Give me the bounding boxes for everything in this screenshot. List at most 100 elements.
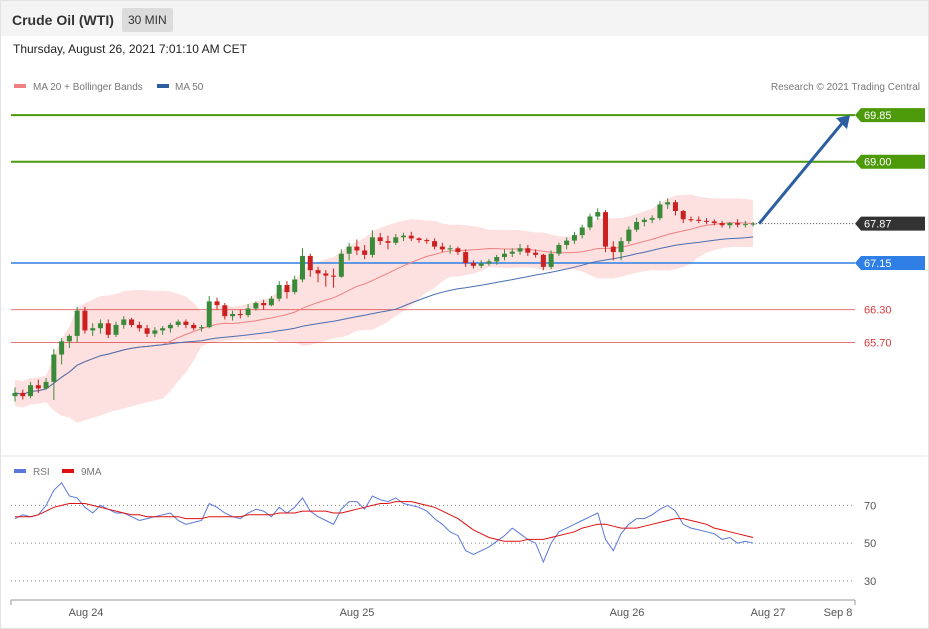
forecast-arrow-shaft xyxy=(757,121,845,225)
rsi-ma-line xyxy=(15,501,754,542)
candle-body xyxy=(121,319,127,325)
candle-body xyxy=(97,323,103,329)
candle-body xyxy=(416,238,422,241)
candle-body xyxy=(665,202,671,205)
candle-body xyxy=(362,250,368,255)
candle-body xyxy=(43,381,49,389)
candle-body xyxy=(641,219,647,222)
ma20-legend-label: MA 20 + Bollinger Bands xyxy=(33,82,143,93)
target-level-label: 69.00 xyxy=(864,157,892,169)
candle-body xyxy=(517,248,523,252)
pivot-level-label: 67.15 xyxy=(864,258,892,270)
candle-body xyxy=(292,279,298,293)
candle-body xyxy=(610,246,616,253)
bollinger-band-area xyxy=(15,194,754,423)
candle-body xyxy=(315,270,321,274)
candle-body xyxy=(299,255,305,280)
candle-body xyxy=(595,212,601,217)
candle-body xyxy=(548,253,554,267)
candle-body xyxy=(385,241,391,243)
candle-body xyxy=(424,240,430,242)
rsi-line xyxy=(14,482,754,564)
candle-body xyxy=(237,313,243,316)
candle-body xyxy=(346,246,352,254)
candle-body xyxy=(556,244,562,254)
candle-body xyxy=(191,324,197,329)
candle-body xyxy=(20,392,26,397)
candle-body xyxy=(35,385,41,389)
candle-body xyxy=(113,324,119,335)
candle-body xyxy=(579,227,585,236)
candle-body xyxy=(540,254,546,267)
candle-body xyxy=(735,223,741,225)
candle-body xyxy=(307,255,313,271)
candle-body xyxy=(478,263,484,266)
candle-body xyxy=(136,324,142,329)
candle-body xyxy=(230,313,236,317)
candle-body xyxy=(51,354,57,382)
candle-body xyxy=(509,251,515,254)
bollinger-band xyxy=(15,194,754,423)
price-legend: MA 20 + Bollinger Bands MA 50 Research ©… xyxy=(14,82,920,93)
candle-body xyxy=(704,220,710,222)
candle-body xyxy=(626,229,632,242)
candle-body xyxy=(90,328,96,331)
candle-body xyxy=(494,257,500,262)
x-tick-label: Aug 26 xyxy=(610,607,645,619)
ma50-legend-swatch xyxy=(157,84,169,88)
rsi-ma-legend-label: 9MA xyxy=(81,467,102,478)
candle-body xyxy=(74,310,80,336)
candle-body xyxy=(525,248,531,253)
candle-body xyxy=(206,301,212,328)
candle-body xyxy=(323,273,329,276)
candle-body xyxy=(284,284,290,293)
rsi-tick-label: 50 xyxy=(864,538,876,550)
candle-body xyxy=(401,235,406,238)
candle-body xyxy=(672,202,678,212)
candle-body xyxy=(338,253,344,277)
candle-body xyxy=(463,252,469,264)
candle-body xyxy=(12,392,18,397)
candle-body xyxy=(649,218,655,220)
candle-body xyxy=(696,219,702,221)
candle-body xyxy=(198,327,204,329)
candle-body xyxy=(571,235,577,241)
candle-body xyxy=(105,323,111,335)
candle-body xyxy=(719,223,725,226)
chart-canvas: MA 20 + Bollinger Bands MA 50 Research ©… xyxy=(1,82,927,619)
candle-body xyxy=(331,275,337,277)
candle-body xyxy=(369,237,375,255)
candle-body xyxy=(688,219,694,221)
candle-body xyxy=(432,241,438,247)
candle-body xyxy=(167,324,173,329)
candle-body xyxy=(276,284,282,299)
candle-body xyxy=(634,221,640,230)
candle-body xyxy=(261,303,267,306)
credit-text: Research © 2021 Trading Central xyxy=(771,82,920,93)
forecast-arrow xyxy=(757,115,850,225)
candle-body xyxy=(222,305,228,317)
candle-body xyxy=(439,246,445,250)
candle-body xyxy=(533,252,539,255)
candle-body xyxy=(28,385,34,397)
candle-body xyxy=(152,330,158,334)
x-tick-label: Aug 27 xyxy=(751,607,786,619)
candle-body xyxy=(742,224,748,226)
x-axis: Aug 24 Aug 25 Aug 26 Aug 27 Sep 8 xyxy=(10,599,856,619)
rsi-panel: 70 50 30 xyxy=(11,482,876,588)
candle-body xyxy=(129,319,135,325)
candle-body xyxy=(144,328,150,334)
candle-body xyxy=(618,241,624,253)
candle-body xyxy=(183,321,189,325)
last-price-label: 67.87 xyxy=(864,219,892,231)
x-tick-label: Aug 25 xyxy=(340,607,375,619)
support-level-label: 66.30 xyxy=(864,305,892,317)
candle-body xyxy=(564,240,570,245)
candle-body xyxy=(253,303,259,309)
candle-body xyxy=(447,248,453,250)
candle-body xyxy=(470,263,476,266)
rsi-tick-label: 30 xyxy=(864,576,876,588)
candle-body xyxy=(214,301,220,306)
support-level-label: 65.70 xyxy=(864,337,892,349)
ma20-legend-swatch xyxy=(14,84,26,88)
